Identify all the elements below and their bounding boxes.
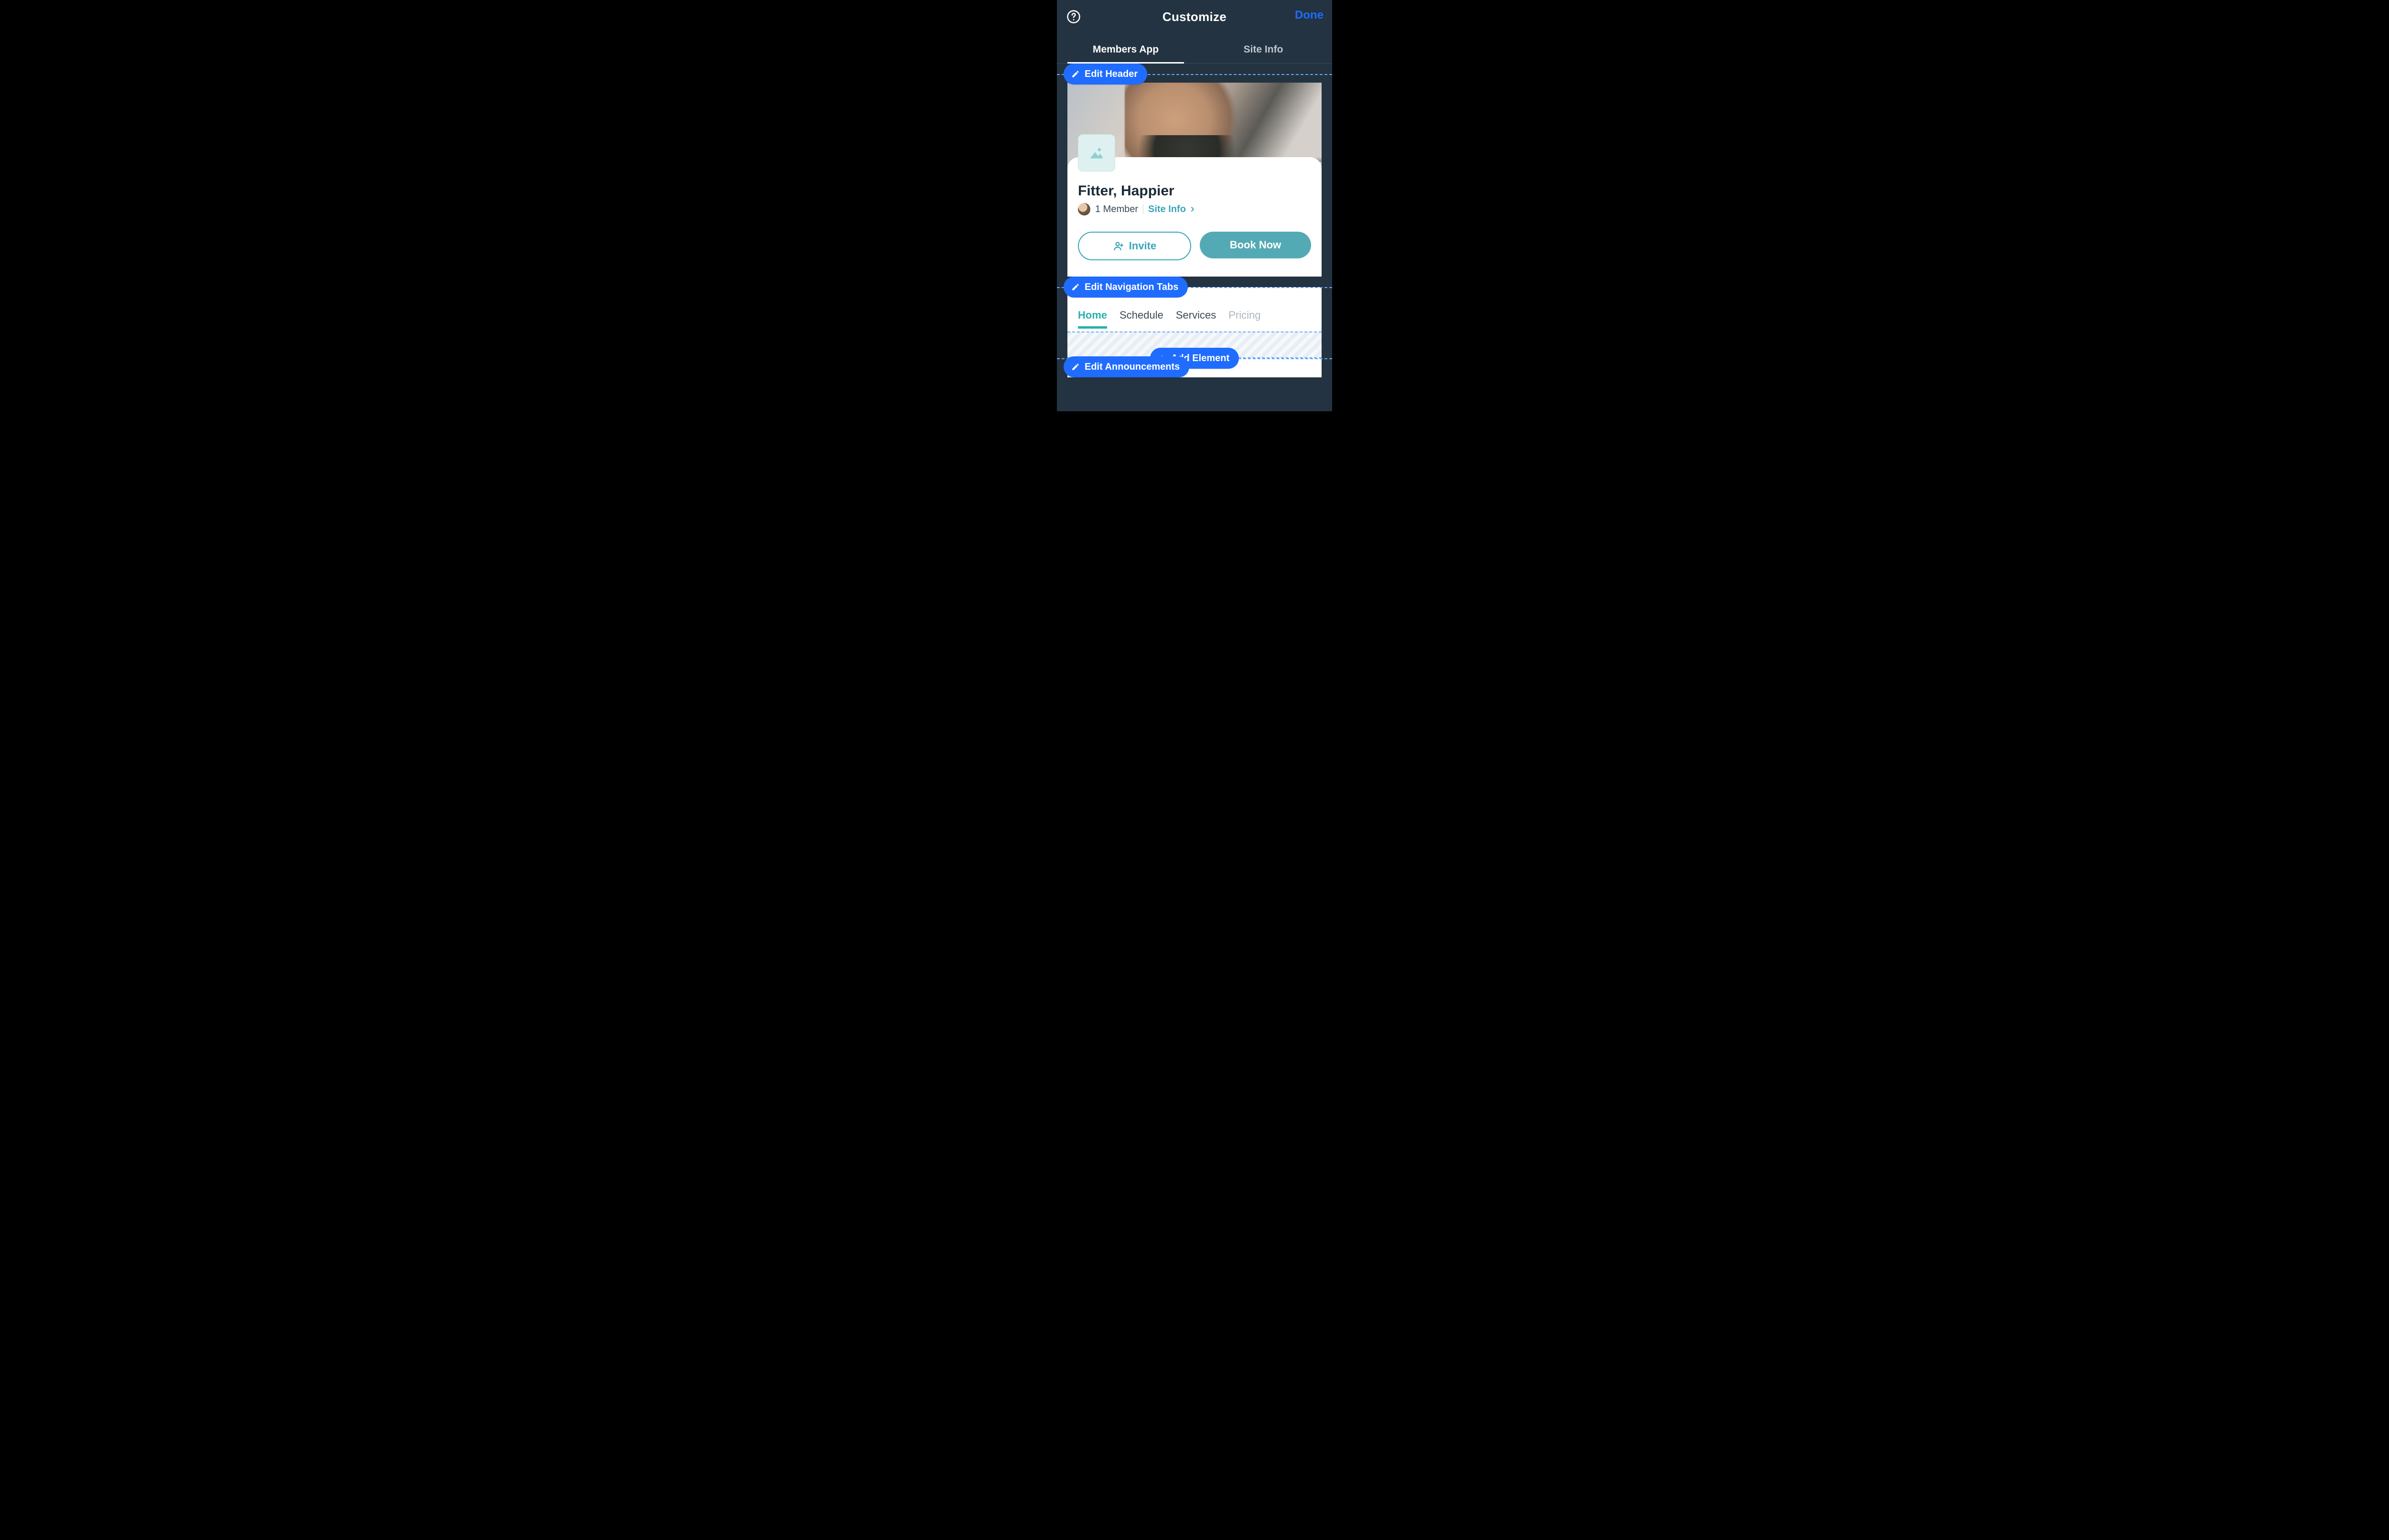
members-count: 1 Member [1095, 204, 1138, 215]
edit-header-label: Edit Header [1085, 69, 1138, 80]
help-button[interactable] [1065, 9, 1082, 25]
preview-canvas: Edit Header Fitter, Happier [1057, 64, 1332, 377]
book-now-button[interactable]: Book Now [1200, 232, 1311, 258]
image-placeholder-icon [1087, 143, 1106, 162]
site-info-link[interactable]: Site Info [1148, 204, 1196, 215]
pencil-icon [1071, 363, 1080, 371]
phone-frame: Customize Done Members App Site Info Edi… [1057, 0, 1332, 411]
invite-label: Invite [1129, 240, 1156, 252]
cta-row: Invite Book Now [1078, 232, 1311, 260]
topbar: Customize Done [1057, 0, 1332, 33]
nav-tab-services[interactable]: Services [1176, 309, 1216, 329]
tab-members-app[interactable]: Members App [1057, 36, 1194, 63]
pencil-icon [1071, 283, 1080, 291]
person-add-icon [1113, 240, 1124, 252]
edit-announcements-button[interactable]: Edit Announcements [1064, 356, 1189, 377]
edit-header-button[interactable]: Edit Header [1064, 64, 1147, 85]
nav-tabs-section: Edit Navigation Tabs Home Schedule Servi… [1067, 287, 1322, 377]
chevron-right-icon [1189, 205, 1196, 213]
page-title: Customize [1162, 10, 1227, 24]
nav-tab-schedule[interactable]: Schedule [1119, 309, 1163, 329]
pencil-icon [1071, 70, 1080, 78]
edit-nav-label: Edit Navigation Tabs [1085, 282, 1178, 293]
card-body: Fitter, Happier 1 Member Site Info [1067, 157, 1322, 277]
edit-nav-tabs-button[interactable]: Edit Navigation Tabs [1064, 277, 1188, 298]
site-info-link-label: Site Info [1148, 204, 1186, 215]
invite-button[interactable]: Invite [1078, 232, 1191, 260]
nav-tab-pricing[interactable]: Pricing [1228, 309, 1260, 329]
tab-site-info[interactable]: Site Info [1194, 36, 1332, 63]
stage: Customize Done Members App Site Info Edi… [868, 0, 1521, 411]
book-now-label: Book Now [1230, 239, 1281, 251]
logo-placeholder[interactable] [1078, 134, 1115, 171]
avatar [1078, 203, 1090, 215]
card: Fitter, Happier 1 Member Site Info [1067, 83, 1322, 277]
nav-tab-home[interactable]: Home [1078, 309, 1107, 329]
help-circle-icon [1066, 10, 1081, 24]
edit-announcements-label: Edit Announcements [1085, 362, 1180, 373]
site-name: Fitter, Happier [1078, 183, 1311, 199]
site-meta: 1 Member Site Info [1078, 203, 1311, 215]
done-button[interactable]: Done [1295, 9, 1324, 22]
header-section: Edit Header Fitter, Happier [1067, 74, 1322, 277]
top-tabs: Members App Site Info [1057, 36, 1332, 64]
